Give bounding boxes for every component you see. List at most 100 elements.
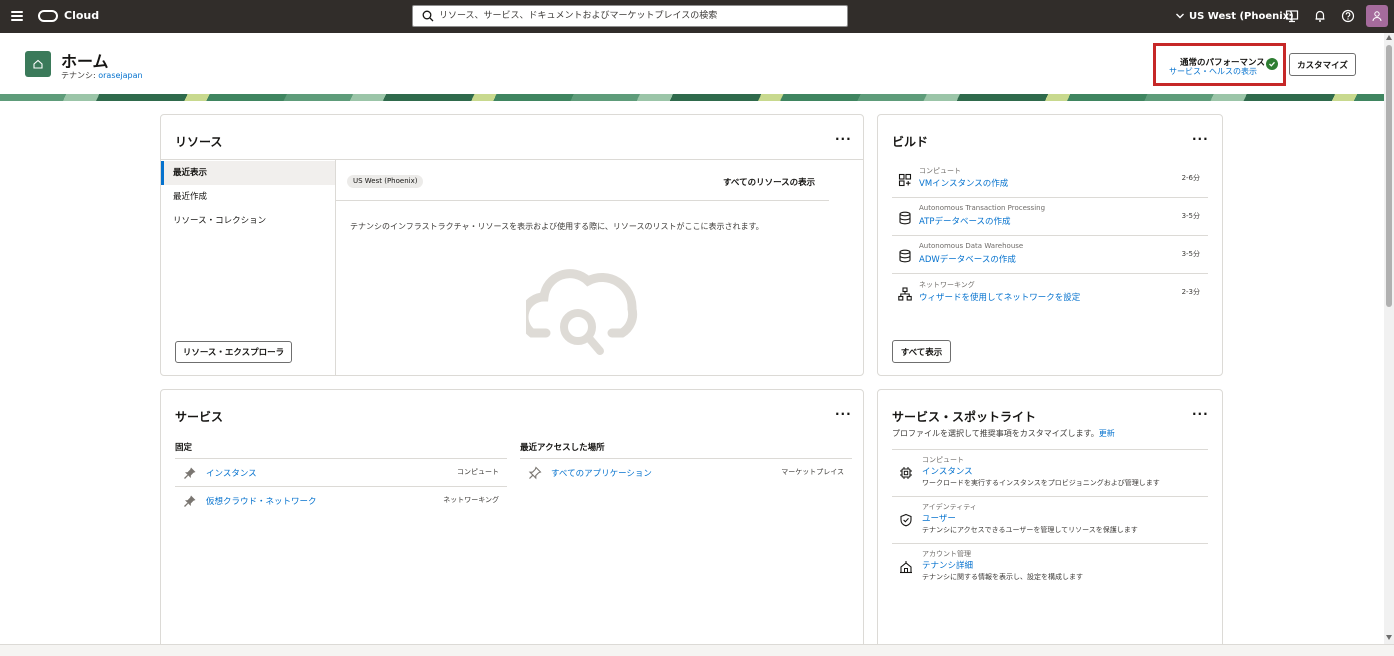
service-category: コンピュート xyxy=(457,468,499,476)
view-service-health-link[interactable]: サービス・ヘルスの表示 xyxy=(1169,66,1257,77)
build-duration: 2-6分 xyxy=(1181,174,1200,182)
pinned-heading: 固定 xyxy=(175,443,193,453)
build-item: Autonomous Transaction Processing ATPデータ… xyxy=(892,198,1208,236)
service-instances-link[interactable]: インスタンス xyxy=(206,467,257,479)
service-category: ネットワーキング xyxy=(443,496,499,504)
divider xyxy=(336,159,864,160)
database-icon xyxy=(899,249,911,263)
page-footer xyxy=(0,644,1394,656)
services-menu-icon[interactable]: ··· xyxy=(835,407,852,421)
page-title: ホーム xyxy=(61,52,109,71)
services-title: サービス xyxy=(175,410,224,424)
decorative-banner xyxy=(0,94,1384,101)
build-item: Autonomous Data Warehouse ADWデータベースの作成 3… xyxy=(892,236,1208,274)
user-avatar[interactable] xyxy=(1366,5,1388,27)
account-building-icon xyxy=(900,561,912,574)
pin-outline-icon[interactable] xyxy=(528,466,542,480)
build-duration: 2-3分 xyxy=(1181,288,1200,296)
home-icon xyxy=(33,59,43,69)
service-health-status: 通常のパフォーマンス サービス・ヘルスの表示 xyxy=(1153,43,1286,86)
build-card: ビルド ··· コンピュート VMインスタンスの作成 2-6分 Autonomo… xyxy=(877,114,1223,376)
cloud-search-illustration-icon xyxy=(526,269,638,355)
create-adw-database-link[interactable]: ADWデータベースの作成 xyxy=(919,253,1016,265)
developer-tools-icon[interactable] xyxy=(1285,9,1299,23)
spotlight-category: アカウント管理 xyxy=(922,550,971,558)
search-input[interactable] xyxy=(439,6,843,26)
region-name: US West (Phoenix) xyxy=(1189,10,1294,22)
home-badge xyxy=(25,51,51,77)
create-vm-instance-link[interactable]: VMインスタンスの作成 xyxy=(919,177,1008,189)
region-selector[interactable]: US West (Phoenix) xyxy=(1175,9,1294,23)
spotlight-category: コンピュート xyxy=(922,456,964,464)
resources-menu-icon[interactable]: ··· xyxy=(835,132,852,146)
service-vcn-link[interactable]: 仮想クラウド・ネットワーク xyxy=(206,495,317,507)
spotlight-item: アイデンティティ ユーザー テナンシにアクセスできるユーザーを管理してリソースを… xyxy=(892,496,1208,543)
update-link[interactable]: 更新 xyxy=(1099,429,1115,438)
build-item: ネットワーキング ウィザードを使用してネットワークを設定 2-3分 xyxy=(892,274,1208,312)
nav-recently-viewed[interactable]: 最近表示 xyxy=(161,161,335,185)
spotlight-description-text: プロファイルを選択して推奨事項をカスタマイズします。 xyxy=(892,429,1099,438)
service-spotlight-card: サービス・スポットライト ··· プロファイルを選択して推奨事項をカスタマイズし… xyxy=(877,389,1223,656)
oracle-logo[interactable] xyxy=(38,10,58,22)
recent-heading: 最近アクセスした場所 xyxy=(520,443,605,453)
build-title: ビルド xyxy=(892,135,929,149)
region-chip: US West (Phoenix) xyxy=(347,175,424,188)
build-item: コンピュート VMインスタンスの作成 2-6分 xyxy=(892,160,1208,198)
tenancy-info: テナンシ: orasejapan xyxy=(61,70,143,81)
resources-title: リソース xyxy=(175,135,223,149)
build-category: Autonomous Transaction Processing xyxy=(919,204,1046,212)
tenancy-link[interactable]: orasejapan xyxy=(98,71,142,80)
bell-icon[interactable] xyxy=(1313,9,1327,23)
search-box[interactable] xyxy=(412,5,848,27)
scrollbar-thumb[interactable] xyxy=(1386,45,1392,307)
nav-resource-collection[interactable]: リソース・コレクション xyxy=(161,209,335,233)
pin-icon[interactable] xyxy=(183,494,197,508)
spotlight-users-link[interactable]: ユーザー xyxy=(922,512,956,524)
check-circle-icon xyxy=(1266,58,1278,70)
nav-recently-created[interactable]: 最近作成 xyxy=(161,185,335,209)
pin-icon[interactable] xyxy=(183,466,197,480)
spotlight-item-description: ワークロードを実行するインスタンスをプロビジョニングおよび管理します xyxy=(922,479,1160,487)
tenancy-label: テナンシ: xyxy=(61,71,99,80)
resource-explorer-button[interactable]: リソース・エクスプローラ xyxy=(175,341,292,363)
all-applications-link[interactable]: すべてのアプリケーション xyxy=(551,467,652,479)
spotlight-menu-icon[interactable]: ··· xyxy=(1192,407,1209,421)
brand-name[interactable]: Cloud xyxy=(64,9,99,22)
spotlight-description: プロファイルを選択して推奨事項をカスタマイズします。更新 xyxy=(892,428,1115,439)
view-all-resources-link[interactable]: すべてのリソースの表示 xyxy=(723,176,815,188)
spotlight-item-description: テナンシにアクセスできるユーザーを管理してリソースを保護します xyxy=(922,526,1138,534)
services-card: サービス ··· 固定 インスタンス コンピュート 仮想クラウド・ネットワーク … xyxy=(160,389,864,656)
scroll-up-arrow-icon[interactable] xyxy=(1386,35,1392,40)
spotlight-category: アイデンティティ xyxy=(922,503,977,511)
show-all-button[interactable]: すべて表示 xyxy=(892,340,951,363)
spotlight-item: アカウント管理 テナンシ詳細 テナンシに関する情報を表示し、設定を構成します xyxy=(892,543,1208,590)
resources-card: リソース ··· 最近表示 最近作成 リソース・コレクション US West (… xyxy=(160,114,864,376)
pinned-service-row: 仮想クラウド・ネットワーク ネットワーキング xyxy=(175,486,507,514)
user-icon xyxy=(1372,11,1382,22)
service-category: マーケットプレイス xyxy=(781,468,844,476)
build-duration: 3-5分 xyxy=(1181,250,1200,258)
build-category: コンピュート xyxy=(919,167,961,175)
network-wizard-link[interactable]: ウィザードを使用してネットワークを設定 xyxy=(919,291,1080,303)
build-duration: 3-5分 xyxy=(1181,212,1200,220)
spotlight-tenancy-details-link[interactable]: テナンシ詳細 xyxy=(922,559,973,571)
recent-service-row: すべてのアプリケーション マーケットプレイス xyxy=(520,458,852,486)
build-category: ネットワーキング xyxy=(919,281,975,289)
vertical-scrollbar[interactable] xyxy=(1384,33,1394,644)
divider xyxy=(336,200,829,201)
help-icon[interactable] xyxy=(1341,9,1355,23)
top-navigation-bar: Cloud US West (Phoenix) xyxy=(0,0,1394,33)
database-icon xyxy=(899,211,911,225)
build-menu-icon[interactable]: ··· xyxy=(1192,132,1209,146)
spotlight-item-description: テナンシに関する情報を表示し、設定を構成します xyxy=(922,573,1083,581)
network-icon xyxy=(898,287,912,301)
menu-icon[interactable] xyxy=(11,11,23,21)
build-category: Autonomous Data Warehouse xyxy=(919,242,1024,250)
spotlight-instances-link[interactable]: インスタンス xyxy=(922,465,973,477)
shield-check-icon xyxy=(900,513,912,527)
scroll-down-arrow-icon[interactable] xyxy=(1386,635,1392,640)
customize-button[interactable]: カスタマイズ xyxy=(1289,53,1356,76)
resources-empty-message: テナンシのインフラストラクチャ・リソースを表示および使用する際に、リソースのリス… xyxy=(350,222,764,231)
create-atp-database-link[interactable]: ATPデータベースの作成 xyxy=(919,215,1011,227)
search-icon xyxy=(422,10,434,22)
